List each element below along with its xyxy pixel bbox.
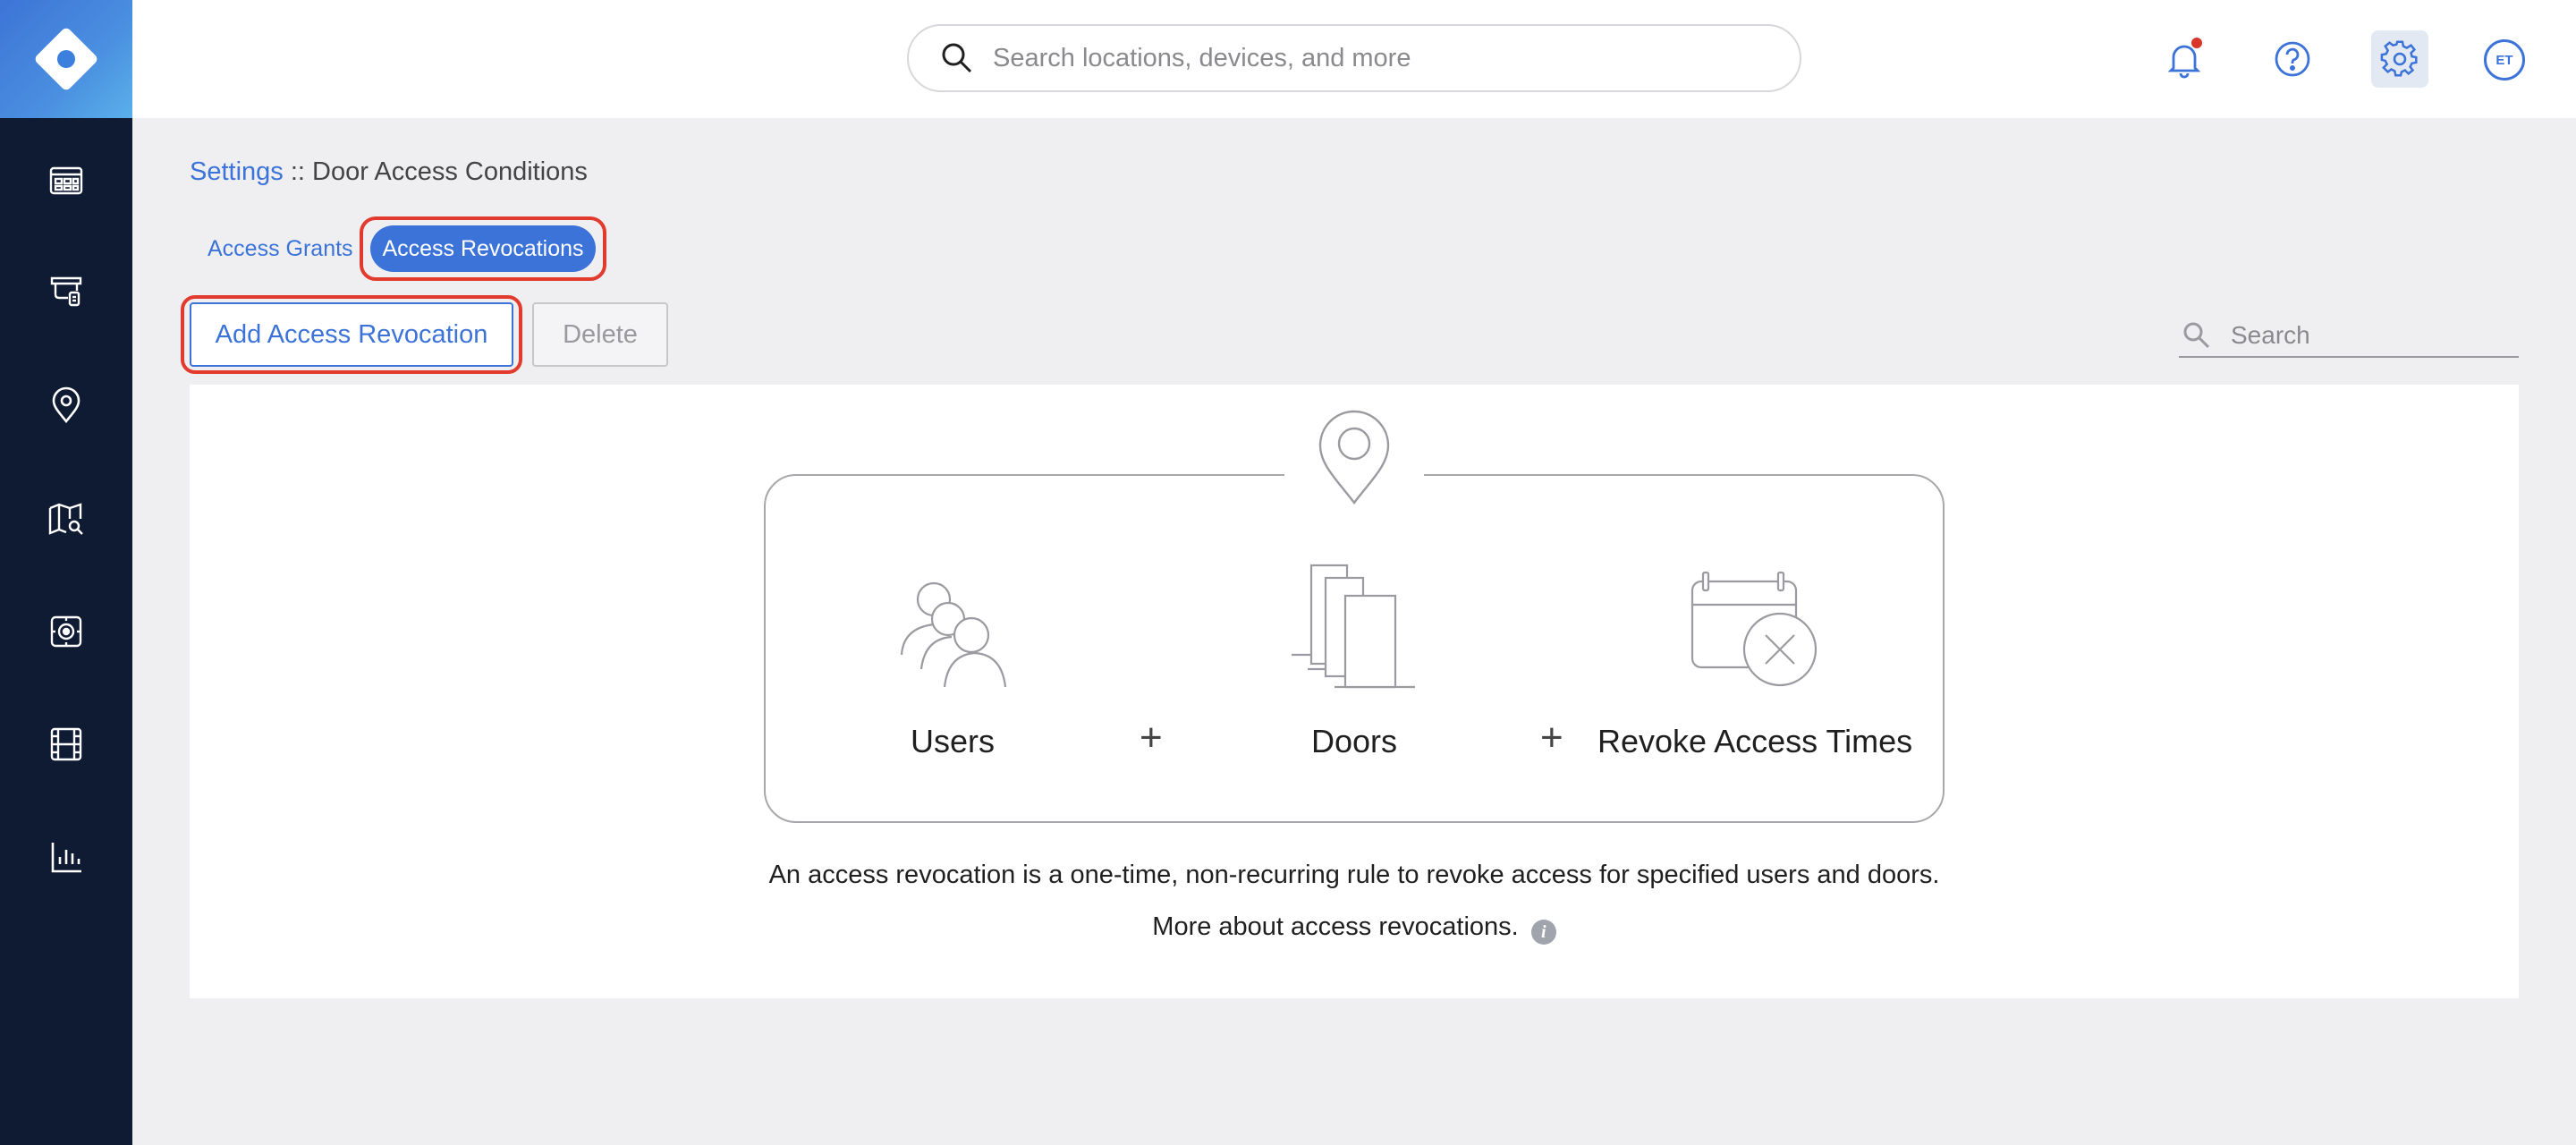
doors-label: Doors xyxy=(1310,723,1398,759)
learn-more-row: More about access revocations. i xyxy=(190,912,2519,945)
calendar-revoke-icon xyxy=(1690,571,1818,687)
global-search[interactable] xyxy=(907,24,1801,92)
settings-button[interactable] xyxy=(2371,30,2428,88)
plus-sign: + xyxy=(1540,716,1563,759)
learn-more-text: More about access revocations. xyxy=(1152,912,1519,941)
location-pin-icon xyxy=(52,386,80,424)
users-icon xyxy=(900,581,1007,688)
camera-icon xyxy=(50,615,82,648)
location-pin-icon xyxy=(1318,410,1390,505)
doors-icon xyxy=(1292,564,1415,689)
search-icon xyxy=(942,43,972,73)
revoke-access-times-label: Revoke Access Times xyxy=(1597,723,1913,759)
devices-icon xyxy=(50,276,82,307)
sidebar-item-cameras[interactable] xyxy=(0,596,132,667)
sidebar-item-dashboard[interactable] xyxy=(0,145,132,216)
users-label: Users xyxy=(910,723,995,759)
sidebar-item-video[interactable] xyxy=(0,708,132,780)
table-search[interactable] xyxy=(2179,315,2519,358)
search-icon xyxy=(2183,322,2210,349)
film-icon xyxy=(50,727,82,761)
sidebar-item-maps[interactable] xyxy=(0,483,132,555)
help-button[interactable] xyxy=(2264,30,2321,88)
bar-chart-icon xyxy=(51,843,81,873)
sidebar-item-locations[interactable] xyxy=(0,369,132,441)
notifications-button[interactable] xyxy=(2156,30,2213,88)
notification-badge xyxy=(2191,38,2202,48)
sidebar xyxy=(0,0,132,1145)
logo-icon xyxy=(35,28,97,90)
breadcrumb: Settings :: Door Access Conditions xyxy=(190,157,588,187)
user-avatar[interactable]: ET xyxy=(2484,39,2525,81)
breadcrumb-separator: :: xyxy=(283,157,313,186)
global-search-input[interactable] xyxy=(993,43,1726,73)
sidebar-item-devices[interactable] xyxy=(0,255,132,327)
breadcrumb-settings-link[interactable]: Settings xyxy=(190,157,284,186)
table-search-input[interactable] xyxy=(2231,321,2499,350)
dashboard-icon xyxy=(49,166,83,195)
description-text: An access revocation is a one-time, non-… xyxy=(768,861,1940,889)
breadcrumb-current: Door Access Conditions xyxy=(312,157,588,186)
sidebar-item-reports[interactable] xyxy=(0,821,132,893)
info-icon[interactable]: i xyxy=(1530,920,1556,945)
delete-button: Delete xyxy=(532,302,668,367)
logo[interactable] xyxy=(0,0,132,118)
map-search-icon xyxy=(48,503,83,535)
tab-access-grants[interactable]: Access Grants xyxy=(208,225,353,272)
add-access-revocation-button[interactable]: Add Access Revocation xyxy=(190,302,513,367)
gear-icon xyxy=(2380,40,2418,77)
help-icon xyxy=(2275,41,2310,77)
plus-sign: + xyxy=(1140,716,1163,759)
tab-access-revocations[interactable]: Access Revocations xyxy=(370,225,596,272)
